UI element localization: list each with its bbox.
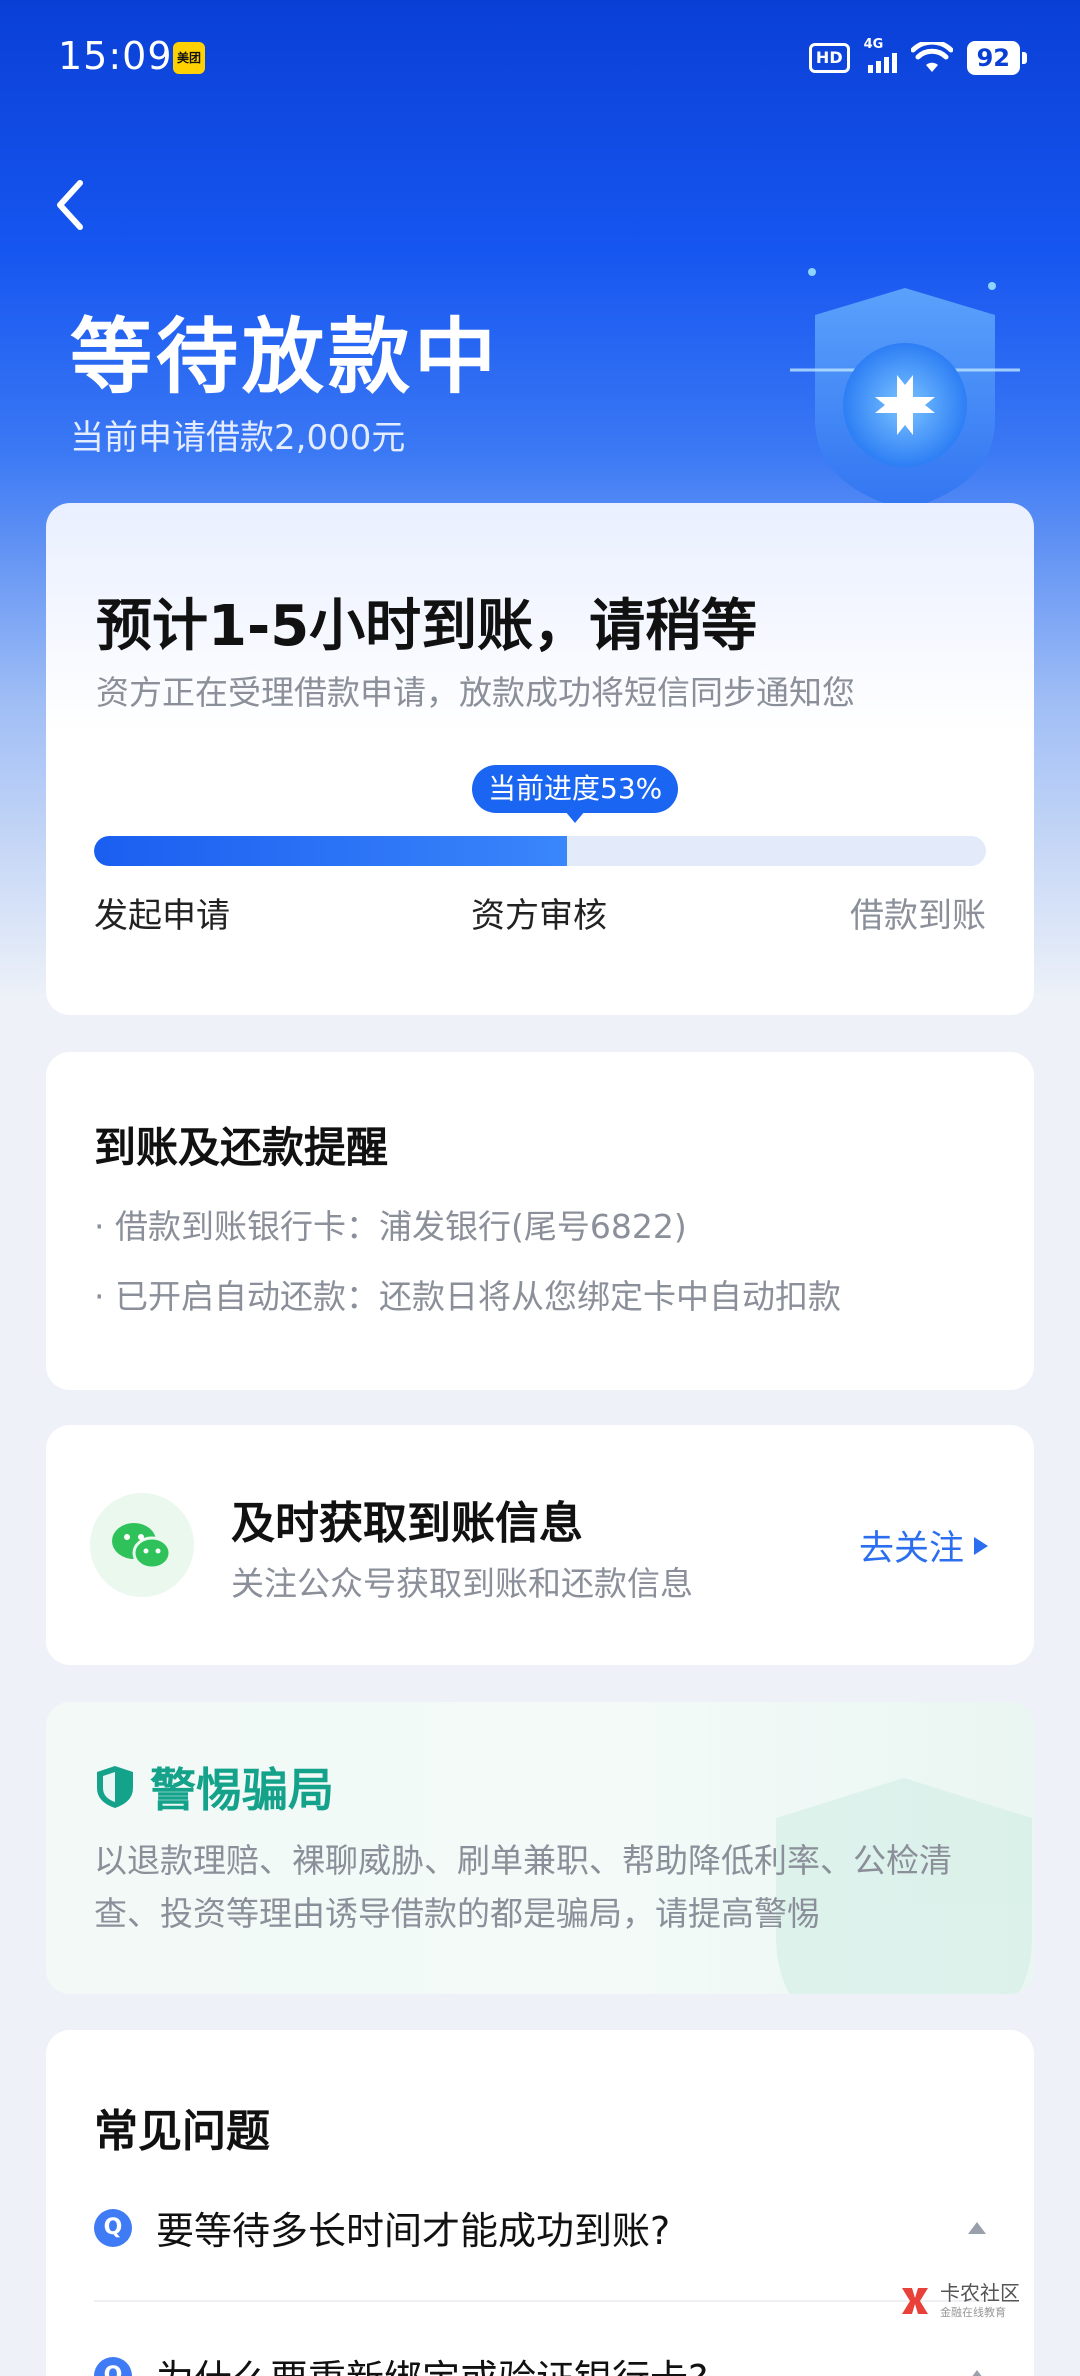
fraud-warning-card: 警惕骗局 以退款理赔、裸聊威胁、刷单兼职、帮助降低利率、公检清查、投资等理由诱导… xyxy=(46,1702,1034,1994)
watermark-name: 卡农社区 xyxy=(940,2281,1020,2305)
meituan-app-icon: 美团 xyxy=(173,42,205,74)
play-arrow-icon xyxy=(974,1536,988,1555)
page-title: 等待放款中 xyxy=(70,310,501,405)
eta-subtitle: 资方正在受理借款申请，放款成功将短信同步通知您 xyxy=(96,673,855,712)
cellular-signal-icon: 4G xyxy=(864,37,897,73)
follow-title: 及时获取到账信息 xyxy=(231,1498,583,1549)
step-review: 资方审核 xyxy=(471,896,607,936)
network-type-label: 4G xyxy=(863,37,884,52)
status-icons: HD 4G 92 xyxy=(808,37,1028,78)
battery-icon: 92 xyxy=(966,41,1028,75)
bank-card-info: · 借款到账银行卡：浦发银行(尾号6822) xyxy=(94,1207,687,1246)
progress-fill xyxy=(94,836,567,866)
warning-body: 以退款理赔、裸聊威胁、刷单兼职、帮助降低利率、公检清查、投资等理由诱导借款的都是… xyxy=(94,1841,952,1933)
watermark: 卡农社区 金融在线教育 xyxy=(898,2282,1020,2320)
auto-repay-info: · 已开启自动还款：还款日将从您绑定卡中自动扣款 xyxy=(94,1277,841,1316)
follow-subtitle: 关注公众号获取到账和还款信息 xyxy=(231,1564,693,1603)
eta-title: 预计1-5小时到账，请稍等 xyxy=(96,594,758,659)
status-bar: 15:09 美团 HD 4G 92 xyxy=(0,0,1080,110)
status-time: 15:09 xyxy=(58,34,173,78)
step-arrival: 借款到账 xyxy=(850,896,986,936)
follow-label: 去关注 xyxy=(858,1529,964,1569)
progress-tooltip: 当前进度53% xyxy=(472,765,679,823)
divider xyxy=(94,2300,986,2302)
question-icon: Q xyxy=(94,2208,132,2247)
progress-card: 预计1-5小时到账，请稍等 资方正在受理借款申请，放款成功将短信同步通知您 当前… xyxy=(46,503,1034,1015)
shield-check-icon xyxy=(97,1766,133,1808)
wechat-icon xyxy=(90,1493,194,1597)
faq-item[interactable]: Q 为什么要重新绑定或验证银行卡? xyxy=(94,2348,986,2376)
follow-button[interactable]: 去关注 xyxy=(859,1520,988,1571)
warning-header: 警惕骗局 xyxy=(94,1754,334,1820)
chevron-up-icon[interactable] xyxy=(968,2221,986,2234)
follow-card[interactable]: 及时获取到账信息 关注公众号获取到账和还款信息 去关注 xyxy=(46,1425,1034,1665)
reminder-title: 到账及还款提醒 xyxy=(94,1123,389,1172)
chevron-up-icon[interactable] xyxy=(968,2369,986,2376)
faq-item[interactable]: Q 要等待多长时间才能成功到账? xyxy=(94,2200,986,2255)
wifi-icon xyxy=(910,42,953,72)
warning-title: 警惕骗局 xyxy=(150,1763,334,1817)
faq-card: 常见问题 Q 要等待多长时间才能成功到账? Q 为什么要重新绑定或验证银行卡? xyxy=(46,2030,1034,2376)
back-arrow-icon[interactable] xyxy=(50,175,90,235)
progress-bar xyxy=(94,836,986,866)
question-icon: Q xyxy=(94,2356,132,2376)
faq-question: 为什么要重新绑定或验证银行卡? xyxy=(156,2348,944,2376)
hd-icon: HD xyxy=(808,43,850,73)
kanong-logo-icon xyxy=(902,2288,928,2314)
loan-amount-subtitle: 当前申请借款2,000元 xyxy=(70,418,406,458)
watermark-text: 卡农社区 金融在线教育 xyxy=(940,2282,1020,2320)
watermark-sub: 金融在线教育 xyxy=(940,2306,1006,2319)
faq-title: 常见问题 xyxy=(94,2106,270,2157)
step-apply: 发起申请 xyxy=(94,896,230,936)
shield-logo-icon xyxy=(790,288,1020,510)
faq-question: 要等待多长时间才能成功到账? xyxy=(156,2209,671,2253)
reminder-card: 到账及还款提醒 · 借款到账银行卡：浦发银行(尾号6822) · 已开启自动还款… xyxy=(46,1052,1034,1390)
